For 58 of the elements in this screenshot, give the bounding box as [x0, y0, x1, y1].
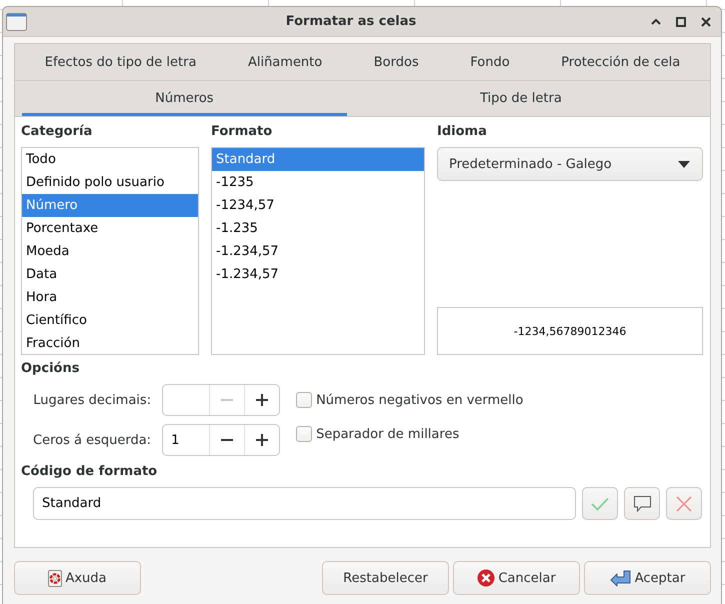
- comment-button[interactable]: [624, 487, 660, 520]
- preview-text: -1234,56789012346: [514, 324, 626, 338]
- list-item[interactable]: -1235: [212, 171, 424, 194]
- list-item[interactable]: Científico: [22, 309, 198, 332]
- list-item[interactable]: Todo: [22, 148, 198, 171]
- reset-button[interactable]: Restabelecer: [322, 561, 449, 595]
- tab[interactable]: Fondo: [444, 44, 536, 80]
- speech-bubble-icon: [634, 496, 650, 512]
- tab[interactable]: Tipo de letra: [346, 81, 696, 116]
- format-code-field[interactable]: Standard: [33, 487, 576, 520]
- tab[interactable]: Efectos do tipo de letra: [19, 44, 222, 80]
- list-item[interactable]: -1.235: [212, 217, 424, 240]
- cancel-button[interactable]: Cancelar: [453, 561, 580, 595]
- help-button[interactable]: Axuda: [14, 561, 141, 595]
- list-item[interactable]: Moeda: [22, 240, 198, 263]
- language-dropdown[interactable]: Predeterminado - Galego: [437, 147, 703, 181]
- field-label: Ceros á esquerda:: [33, 432, 152, 448]
- plus-icon: [256, 394, 268, 406]
- list-item[interactable]: Hora: [22, 286, 198, 309]
- tab[interactable]: Aliñamento: [222, 44, 348, 80]
- ok-button[interactable]: Aceptar: [584, 561, 711, 595]
- minus-icon: [221, 399, 234, 401]
- cross-icon: [676, 496, 692, 512]
- plus-icon: [256, 434, 268, 446]
- maximize-icon[interactable]: [676, 16, 686, 26]
- checkbox-label: Números negativos en vermello: [316, 392, 524, 408]
- checkmark-icon: [591, 496, 609, 510]
- section-heading: Código de formato: [21, 463, 158, 481]
- cancel-icon: [477, 569, 496, 587]
- section-heading: Categoría: [21, 123, 92, 141]
- list-item[interactable]: Definido polo usuario: [22, 171, 198, 194]
- window-icon: [6, 12, 27, 30]
- list-item[interactable]: -1234,57: [212, 194, 424, 217]
- checkbox-label: Separador de millares: [316, 426, 460, 442]
- tab[interactable]: Números: [22, 81, 347, 116]
- tab[interactable]: Bordos: [348, 44, 444, 80]
- dropdown-caret-icon: [678, 160, 690, 168]
- checkbox[interactable]: [296, 426, 312, 442]
- section-heading: Idioma: [437, 123, 487, 141]
- list-item[interactable]: -1.234,57: [212, 240, 424, 263]
- checkbox[interactable]: [296, 392, 312, 408]
- lifebuoy-icon: [48, 570, 62, 586]
- field-label: Lugares decimais:: [33, 392, 152, 408]
- section-heading: Formato: [211, 123, 272, 141]
- section-heading: Opcións: [21, 360, 80, 378]
- tab[interactable]: Protección de cela: [535, 44, 706, 80]
- list-item[interactable]: Data: [22, 263, 198, 286]
- minus-icon: [221, 439, 234, 441]
- window-title: Formatar as celas: [284, 14, 418, 29]
- return-arrow-icon: [610, 569, 632, 587]
- list-item[interactable]: Porcentaxe: [22, 217, 198, 240]
- list-item[interactable]: Fracción: [22, 332, 198, 355]
- list-item[interactable]: Número: [22, 194, 198, 217]
- number-field[interactable]: 1: [163, 425, 210, 455]
- close-icon[interactable]: [701, 16, 711, 26]
- chevron-up-icon[interactable]: [651, 18, 661, 25]
- list-item[interactable]: Standard: [212, 148, 424, 171]
- list-item[interactable]: -1.234,57: [212, 263, 424, 286]
